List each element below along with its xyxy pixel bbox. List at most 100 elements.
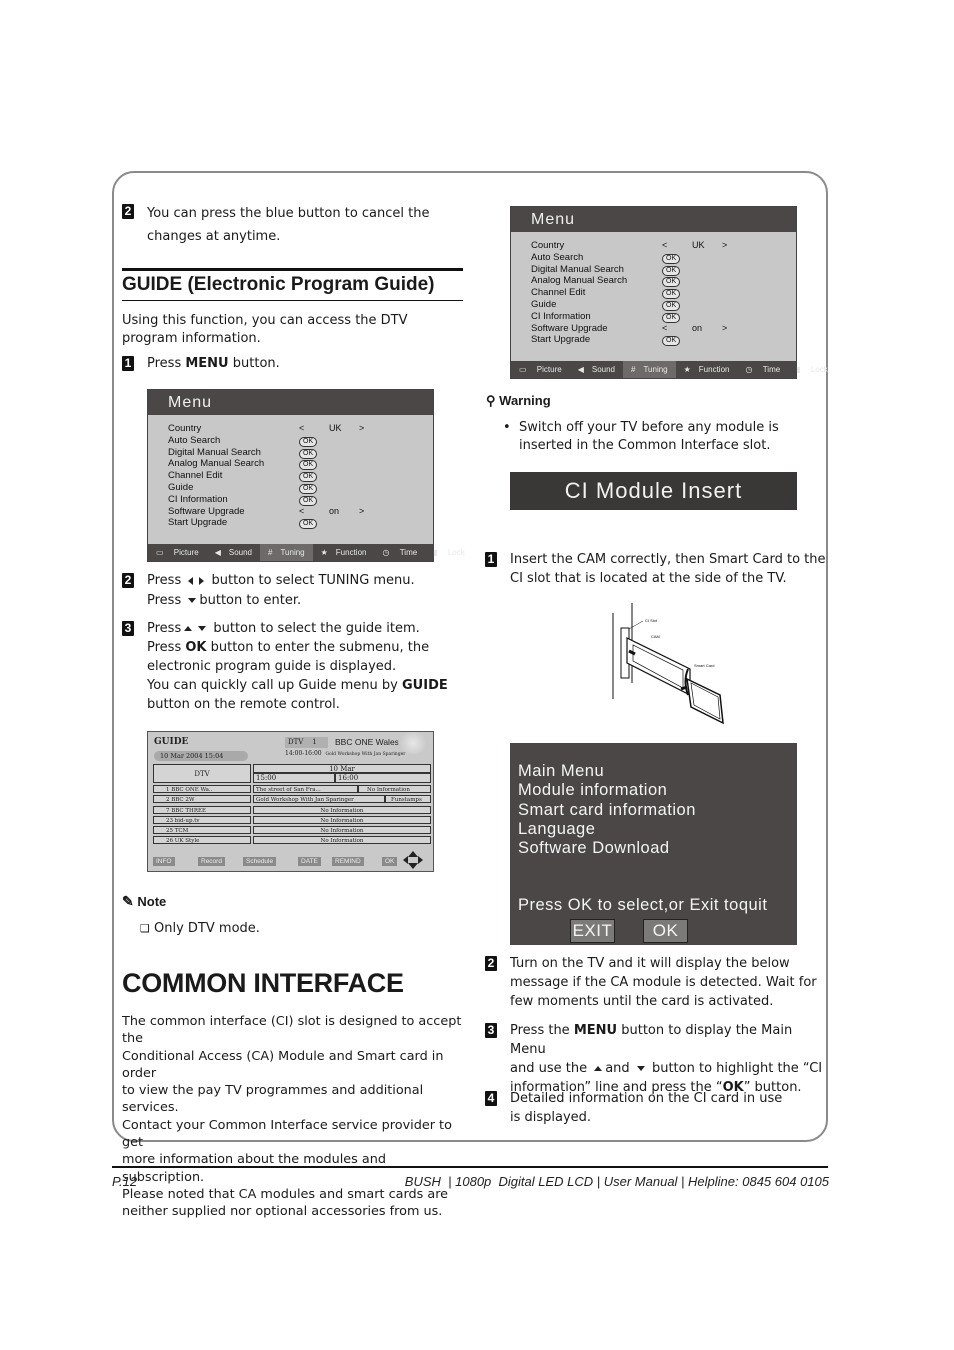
guide-channel-name: BBC ONE Wales xyxy=(335,737,399,747)
step-number: 4 xyxy=(485,1091,497,1106)
guide-ok-button[interactable]: OK xyxy=(382,857,398,866)
ok-badge: OK xyxy=(662,265,681,276)
magnifier-icon: ⚲ xyxy=(486,393,496,408)
exit-button[interactable]: EXIT xyxy=(570,919,615,943)
menu-item: Country xyxy=(531,240,565,251)
menu-item: Guide xyxy=(531,298,557,310)
navigation-arrows-icon xyxy=(403,851,425,869)
tab-sound: ◀ Sound xyxy=(570,361,623,378)
ci-menu-item[interactable]: Module information xyxy=(518,781,696,800)
ok-badge: OK xyxy=(299,460,318,471)
guide-heading: GUIDE (Electronic Program Guide) xyxy=(122,274,435,295)
software-upgrade-value: on xyxy=(692,322,703,333)
step-text: Press MENU button. xyxy=(147,356,280,371)
tv-menu-items: Country Auto Search Digital Manual Searc… xyxy=(531,240,627,346)
guide-schedule-button[interactable]: Schedule xyxy=(243,857,277,866)
step-text: You can press the blue button to cancel … xyxy=(147,206,430,244)
ci-menu-item[interactable]: Language xyxy=(518,820,696,839)
menu-item: Digital Manual Search xyxy=(168,446,261,458)
guide-channel-row[interactable]: 26 UK Style xyxy=(153,836,251,844)
guide-program[interactable]: The street of San Fra... xyxy=(253,785,358,793)
note-item: ❑ Only DTV mode. xyxy=(140,921,260,936)
tv-menu-screenshot: Menu Country Auto Search Digital Manual … xyxy=(147,389,465,562)
guide-channel-row[interactable]: 7 BBC THREE xyxy=(153,806,251,814)
guide-program[interactable]: No Information xyxy=(253,836,431,844)
step-number: 2 xyxy=(122,573,134,588)
tab-time: ◷ Time xyxy=(737,361,788,378)
guide-record-button[interactable]: Record xyxy=(198,857,225,866)
grid-icon: # xyxy=(631,365,636,374)
ok-badge: OK xyxy=(662,289,681,300)
ok-button[interactable]: OK xyxy=(643,919,688,943)
ok-badge: OK xyxy=(662,336,681,347)
tab-function: ★ Function xyxy=(676,361,738,378)
menu-item: Digital Manual Search xyxy=(531,263,624,275)
common-interface-heading: COMMON INTERFACE xyxy=(122,968,404,998)
menu-item: Channel Edit xyxy=(168,470,223,482)
checkbox-bullet-icon: ❑ xyxy=(140,922,150,935)
guide-program[interactable]: No Information xyxy=(253,816,431,824)
ok-badge: OK xyxy=(299,448,318,459)
ci-slot-diagram: CI Slot CAM Smart Card xyxy=(612,603,724,725)
up-arrow-icon xyxy=(184,626,193,631)
down-arrow-icon xyxy=(198,626,207,631)
guide-source: DTV 1 xyxy=(285,737,328,748)
guide-intro: Using this function, you can access the … xyxy=(122,313,408,346)
guide-time-slot: 16:00 xyxy=(335,773,431,783)
step-number: 1 xyxy=(485,552,497,567)
guide-program[interactable]: Funstamps xyxy=(385,795,431,803)
guide-title: GUIDE xyxy=(154,737,189,747)
menu-item: Auto Search xyxy=(168,434,221,446)
ok-badge: OK xyxy=(662,300,681,311)
menu-item: Software Upgrade xyxy=(531,322,608,334)
guide-channel-row[interactable]: 25 TCM xyxy=(153,826,251,834)
step-number: 2 xyxy=(122,204,134,219)
guide-screenshot: GUIDE 10 Mar 2004 15:04 DTV 1 BBC ONE Wa… xyxy=(147,731,434,872)
guide-program[interactable]: No Information xyxy=(358,785,431,793)
tv-menu-screenshot-right: Menu Country Auto Search Digital Manual … xyxy=(510,206,828,379)
tab-sound: ◀ Sound xyxy=(207,544,260,561)
ci-menu-item[interactable]: Smart card information xyxy=(518,801,696,820)
tab-lock: ▮ Lock xyxy=(425,544,473,561)
ci-paragraph: The common interface (CI) slot is design… xyxy=(122,1014,462,1220)
footer-rule xyxy=(112,1166,828,1168)
heading-rule-bottom xyxy=(122,300,463,301)
guide-channel-row[interactable]: 1 BBC ONE Wa.. xyxy=(153,785,251,793)
guide-remind-button[interactable]: REMIND xyxy=(332,857,364,866)
ok-badge: OK xyxy=(299,472,318,483)
step-text: Detailed information on the CI card in u… xyxy=(510,1091,783,1125)
guide-date-button[interactable]: DATE xyxy=(298,857,321,866)
tv-menu-title: Menu xyxy=(511,207,796,232)
guide-program[interactable]: No Information xyxy=(253,806,431,814)
step-text: Press the MENU button to display the Mai… xyxy=(510,1023,823,1095)
ci-module-insert-banner: CI Module Insert xyxy=(510,472,797,510)
tab-picture: ▭ Picture xyxy=(148,544,207,561)
footer-brand-line: BUSH | 1080p Digital LED LCD | User Manu… xyxy=(404,1174,829,1189)
step-number: 3 xyxy=(122,621,134,636)
menu-item: Start Upgrade xyxy=(531,334,591,346)
up-arrow-icon xyxy=(594,1066,603,1071)
menu-item: Country xyxy=(168,423,202,434)
tab-function: ★ Function xyxy=(313,544,375,561)
speaker-icon: ◀ xyxy=(214,548,221,557)
warning-header: ⚲ Warning xyxy=(486,393,551,408)
guide-channel-row[interactable]: 23 bid-up.tv xyxy=(153,816,251,824)
cam-label: CAM xyxy=(651,634,660,639)
step-number: 2 xyxy=(485,956,497,971)
star-icon: ★ xyxy=(683,365,691,374)
tab-time: ◷ Time xyxy=(374,544,425,561)
ci-menu-item[interactable]: Software Download xyxy=(518,839,696,858)
guide-program[interactable]: No Information xyxy=(253,826,431,834)
ok-badge: OK xyxy=(662,312,681,323)
guide-info-button[interactable]: INFO xyxy=(153,857,175,866)
tab-lock: ▮ Lock xyxy=(788,361,836,378)
guide-time-slot: 15:00 xyxy=(253,773,335,783)
warning-item: • Switch off your TV before any module i… xyxy=(503,420,779,453)
speaker-icon: ◀ xyxy=(577,365,584,374)
right-arrow-icon xyxy=(199,576,205,585)
tab-tuning: # Tuning xyxy=(623,361,676,378)
guide-program[interactable]: Gold Workshop With Jan Sparinger xyxy=(253,795,385,803)
guide-channel-row[interactable]: 2 BBC 2W xyxy=(153,795,251,803)
ci-menu-item[interactable]: Main Menu xyxy=(518,762,696,781)
menu-item: Software Upgrade xyxy=(168,505,245,517)
